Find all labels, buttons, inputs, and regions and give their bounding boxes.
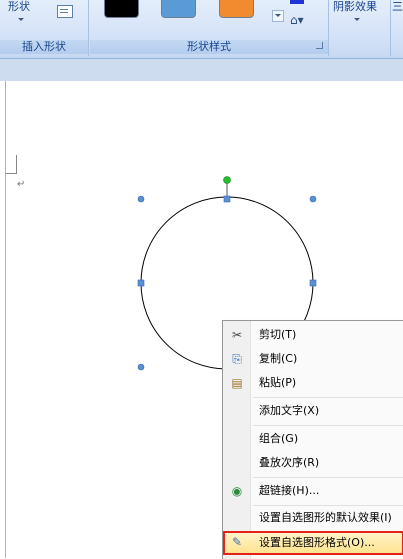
ribbon-group-insert-shapes: 形状 插入形状 — [0, 0, 89, 56]
resize-handle-right[interactable] — [309, 279, 317, 287]
menu-separator — [253, 505, 403, 506]
group-label-shape-styles: 形状样式 — [90, 40, 328, 54]
menu-item-paste[interactable]: ▤ 粘贴(P) — [223, 372, 403, 394]
change-shape-icon[interactable]: ⌂▾ — [290, 13, 304, 27]
style-swatch-black[interactable] — [104, 0, 139, 18]
rotate-handle[interactable] — [223, 176, 231, 184]
three-d-effects-button[interactable]: 三 — [392, 0, 403, 14]
resize-handle-left[interactable] — [137, 279, 145, 287]
format-shape-icon: ✎ — [231, 535, 243, 549]
margin-corner-mark — [6, 155, 17, 174]
chevron-down-icon — [18, 18, 24, 21]
ribbon-group-3d: 三 — [391, 0, 403, 56]
menu-item-cut[interactable]: ✂ 剪切(T) — [223, 324, 403, 346]
gallery-more-button[interactable] — [272, 10, 284, 22]
menu-separator — [253, 425, 403, 426]
menu-separator — [253, 397, 403, 398]
copy-icon: ⎘ — [232, 352, 242, 366]
chevron-down-icon — [354, 18, 360, 21]
shape-fill-color-bar[interactable] — [290, 0, 304, 4]
context-menu: ✂ 剪切(T) ⎘ 复制(C) ▤ 粘贴(P) 添加文字(X) 组合(G) 叠放… — [222, 320, 403, 559]
ribbon: 形状 插入形状 形状样式 ⌂▾ 阴影效果 三 — [0, 0, 403, 59]
hyperlink-icon: ◉ — [231, 484, 243, 498]
shapes-button[interactable]: 形状 — [8, 0, 30, 14]
group-label-insert-shapes: 插入形状 — [0, 40, 88, 54]
resize-handle-top-right[interactable] — [309, 195, 317, 203]
style-swatch-orange[interactable] — [219, 0, 254, 18]
paragraph-mark: ↵ — [17, 179, 26, 190]
text-box-icon[interactable] — [57, 5, 73, 18]
menu-item-add-text[interactable]: 添加文字(X) — [223, 400, 403, 422]
menu-item-order[interactable]: 叠放次序(R) — [223, 452, 403, 474]
resize-handle-top[interactable] — [223, 195, 231, 203]
paste-icon: ▤ — [231, 376, 243, 390]
menu-separator — [253, 477, 403, 478]
shadow-effects-button[interactable]: 阴影效果 — [333, 0, 377, 14]
chevron-down-icon — [275, 14, 281, 17]
scissors-icon: ✂ — [231, 328, 243, 342]
ribbon-group-shadow: 阴影效果 — [330, 0, 391, 56]
menu-item-format-autoshape[interactable]: ✎ 设置自选图形格式(O)... — [223, 531, 403, 555]
menu-item-group[interactable]: 组合(G) — [223, 428, 403, 450]
style-swatch-blue[interactable] — [161, 0, 196, 18]
menu-item-copy[interactable]: ⎘ 复制(C) — [223, 348, 403, 370]
dialog-launcher-icon[interactable] — [316, 42, 323, 49]
menu-item-hyperlink[interactable]: ◉ 超链接(H)... — [223, 480, 403, 502]
resize-handle-bottom-left[interactable] — [137, 363, 145, 371]
menu-item-set-default-effect[interactable]: 设置自选图形的默认效果(I) — [223, 507, 403, 529]
resize-handle-top-left[interactable] — [137, 195, 145, 203]
